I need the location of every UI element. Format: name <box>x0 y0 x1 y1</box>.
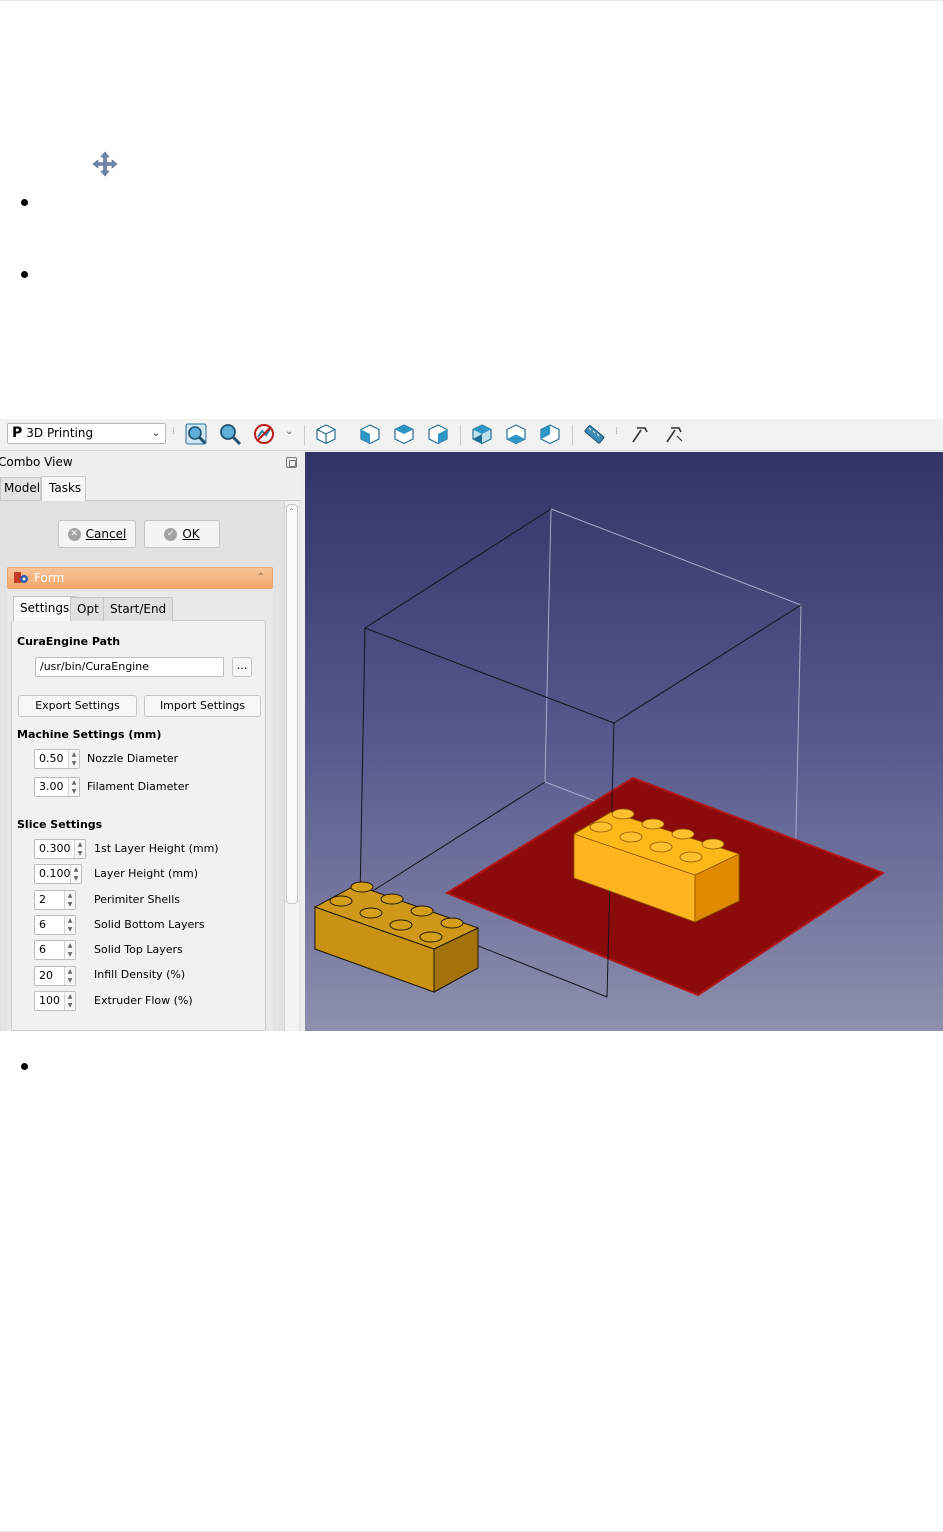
engine-path-label: CuraEngine Path <box>17 635 121 648</box>
front-view-icon[interactable] <box>358 422 382 446</box>
spinbox-value: 20 <box>39 969 53 982</box>
check-icon: ✓ <box>164 527 178 541</box>
combo-view-title: Combo View <box>0 455 73 469</box>
workbench-selector[interactable]: P 3D Printing ⌄ <box>7 423 166 444</box>
list-bullet <box>21 271 28 278</box>
solid-top-layers-label: Solid Top Layers <box>94 943 183 956</box>
3d-viewport[interactable] <box>305 452 943 1031</box>
import-settings-button[interactable]: Import Settings <box>144 695 261 717</box>
spinbox-value: 6 <box>39 918 46 931</box>
toolbar-grip: ⁞ <box>172 426 176 437</box>
ok-label: OK <box>182 527 200 541</box>
spinbox-value: 0.50 <box>39 752 64 765</box>
spinbox-value: 0.100 <box>39 867 71 880</box>
fit-all-icon[interactable] <box>184 422 208 446</box>
chevron-down-icon[interactable]: ⌄ <box>285 426 293 437</box>
toolbar-separator <box>460 425 461 445</box>
cancel-button[interactable]: ✕ Cancel <box>58 520 136 548</box>
perimeter-shells-spinbox[interactable]: 2 ▲ ▼ <box>34 890 76 910</box>
app-window: P 3D Printing ⌄ ⁞ ⌄ ⁞ Combo View Model T… <box>0 419 943 1031</box>
spin-arrows-icon[interactable]: ▲ ▼ <box>64 967 75 985</box>
spin-arrows-icon[interactable]: ▲ ▼ <box>64 916 75 934</box>
form-header[interactable]: Form ⌃ <box>7 567 273 589</box>
workbench-name: 3D Printing <box>26 426 94 440</box>
spin-arrows-icon[interactable]: ▲ ▼ <box>64 941 75 959</box>
slice-settings-header: Slice Settings <box>17 818 103 831</box>
toolbar-grip: ⁞ <box>615 426 619 437</box>
infill-density-label: Infill Density (%) <box>94 968 186 981</box>
solid-top-layers-spinbox[interactable]: 6 ▲ ▼ <box>34 940 76 960</box>
brick[interactable] <box>313 881 480 993</box>
collapse-icon[interactable]: ⌃ <box>257 568 265 588</box>
spin-arrows-icon[interactable]: ▲ ▼ <box>68 778 79 796</box>
spin-arrows-icon[interactable]: ▲ ▼ <box>64 992 75 1010</box>
tab-opt[interactable]: Opt <box>70 597 106 621</box>
list-bullet <box>21 1063 28 1070</box>
spin-arrows-icon[interactable]: ▲ ▼ <box>70 865 81 883</box>
export-settings-button[interactable]: Export Settings <box>18 695 137 717</box>
first-layer-height-spinbox[interactable]: 0.300 ▲ ▼ <box>34 839 86 859</box>
nozzle-diameter-spinbox[interactable]: 0.50 ▲ ▼ <box>34 749 80 769</box>
solid-bottom-layers-label: Solid Bottom Layers <box>94 918 205 931</box>
layer-height-spinbox[interactable]: 0.100 ▲ ▼ <box>34 864 82 884</box>
undock-icon[interactable] <box>286 457 297 468</box>
right-view-icon[interactable] <box>426 422 450 446</box>
spinbox-value: 0.300 <box>39 842 71 855</box>
engine-path-field[interactable]: /usr/bin/CuraEngine <box>35 657 224 677</box>
top-view-icon[interactable] <box>392 422 416 446</box>
gear-icon <box>14 572 28 583</box>
toolbar-separator <box>304 425 305 445</box>
chevron-down-icon: ⌄ <box>151 428 160 439</box>
spinbox-value: 6 <box>39 943 46 956</box>
fit-selection-icon[interactable] <box>218 422 242 446</box>
solid-bottom-layers-spinbox[interactable]: 6 ▲ ▼ <box>34 915 76 935</box>
browse-button[interactable]: ... <box>232 657 252 677</box>
filament-diameter-spinbox[interactable]: 3.00 ▲ ▼ <box>34 777 80 797</box>
extruder-flow-spinbox[interactable]: 100 ▲ ▼ <box>34 991 76 1011</box>
toolbar-separator <box>572 425 573 445</box>
machine-settings-header: Machine Settings (mm) <box>17 728 162 741</box>
spinbox-value: 2 <box>39 893 46 906</box>
spinbox-value: 100 <box>39 994 60 1007</box>
filament-diameter-label: Filament Diameter <box>87 780 189 793</box>
measure-icon[interactable] <box>582 422 606 446</box>
left-view-icon[interactable] <box>538 422 562 446</box>
layer-height-label: Layer Height (mm) <box>94 867 199 880</box>
document-page: P 3D Printing ⌄ ⁞ ⌄ ⁞ Combo View Model T… <box>0 0 943 1532</box>
form-title: Form <box>34 571 65 585</box>
cancel-icon: ✕ <box>67 527 81 541</box>
infill-density-spinbox[interactable]: 20 ▲ ▼ <box>34 966 76 986</box>
tab-model[interactable]: Model <box>0 477 41 500</box>
3d-scene[interactable] <box>305 452 943 1031</box>
first-layer-height-label: 1st Layer Height (mm) <box>94 842 219 855</box>
mesh-tool-icon[interactable] <box>627 422 651 446</box>
ok-button[interactable]: ✓ OK <box>144 520 220 548</box>
chevron-up-icon[interactable]: ⌃ <box>288 507 295 516</box>
move-icon <box>92 151 118 177</box>
workbench-logo-icon: P <box>12 425 23 441</box>
toolbar: P 3D Printing ⌄ ⁞ ⌄ ⁞ <box>0 419 943 451</box>
draw-style-icon[interactable] <box>252 422 276 446</box>
list-bullet <box>21 199 28 206</box>
spin-arrows-icon[interactable]: ▲ ▼ <box>74 840 85 858</box>
nozzle-diameter-label: Nozzle Diameter <box>87 752 179 765</box>
spinbox-value: 3.00 <box>39 780 64 793</box>
isometric-view-icon[interactable] <box>314 422 338 446</box>
mesh-tool-2-icon[interactable] <box>661 422 685 446</box>
tab-start-end[interactable]: Start/End <box>103 597 174 621</box>
cancel-label: Cancel <box>85 527 127 541</box>
spin-arrows-icon[interactable]: ▲ ▼ <box>64 891 75 909</box>
rear-view-icon[interactable] <box>470 422 494 446</box>
tab-tasks[interactable]: Tasks <box>41 476 86 501</box>
bottom-view-icon[interactable] <box>504 422 528 446</box>
tab-settings[interactable]: Settings <box>13 596 77 621</box>
spin-arrows-icon[interactable]: ▲ ▼ <box>68 750 79 768</box>
scrollbar-thumb[interactable] <box>286 504 298 904</box>
panel-scrollbar[interactable]: ⌃ <box>284 501 299 1031</box>
perimeter-shells-label: Perimiter Shells <box>94 893 181 906</box>
extruder-flow-label: Extruder Flow (%) <box>94 994 193 1007</box>
